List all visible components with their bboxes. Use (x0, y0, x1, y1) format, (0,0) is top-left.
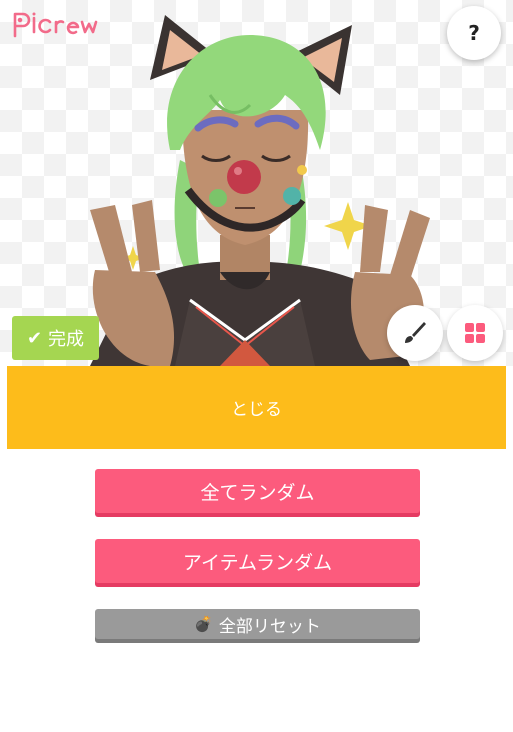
brush-icon (405, 322, 426, 343)
close-label: とじる (231, 400, 282, 420)
grid-button[interactable] (447, 305, 503, 361)
random-item-button[interactable]: アイテムランダム (95, 539, 420, 583)
done-label: 完成 (48, 329, 85, 350)
grid-icon (465, 323, 485, 343)
done-button[interactable]: ✔ 完成 (12, 316, 99, 360)
avatar-illustration (90, 15, 430, 366)
reset-all-button[interactable]: 💣 全部リセット (95, 609, 420, 639)
reset-all-label: 全部リセット (218, 616, 321, 637)
avatar-canvas: ? ✔ 完成 (0, 0, 513, 366)
help-button[interactable]: ? (447, 6, 501, 60)
close-button[interactable]: とじる (7, 366, 506, 449)
help-label: ? (468, 21, 480, 45)
check-icon: ✔ (26, 327, 43, 349)
brush-button[interactable] (387, 305, 443, 361)
random-item-label: アイテムランダム (182, 551, 333, 574)
bomb-icon: 💣 (194, 615, 213, 633)
random-all-label: 全てランダム (200, 481, 315, 504)
random-all-button[interactable]: 全てランダム (95, 469, 420, 513)
